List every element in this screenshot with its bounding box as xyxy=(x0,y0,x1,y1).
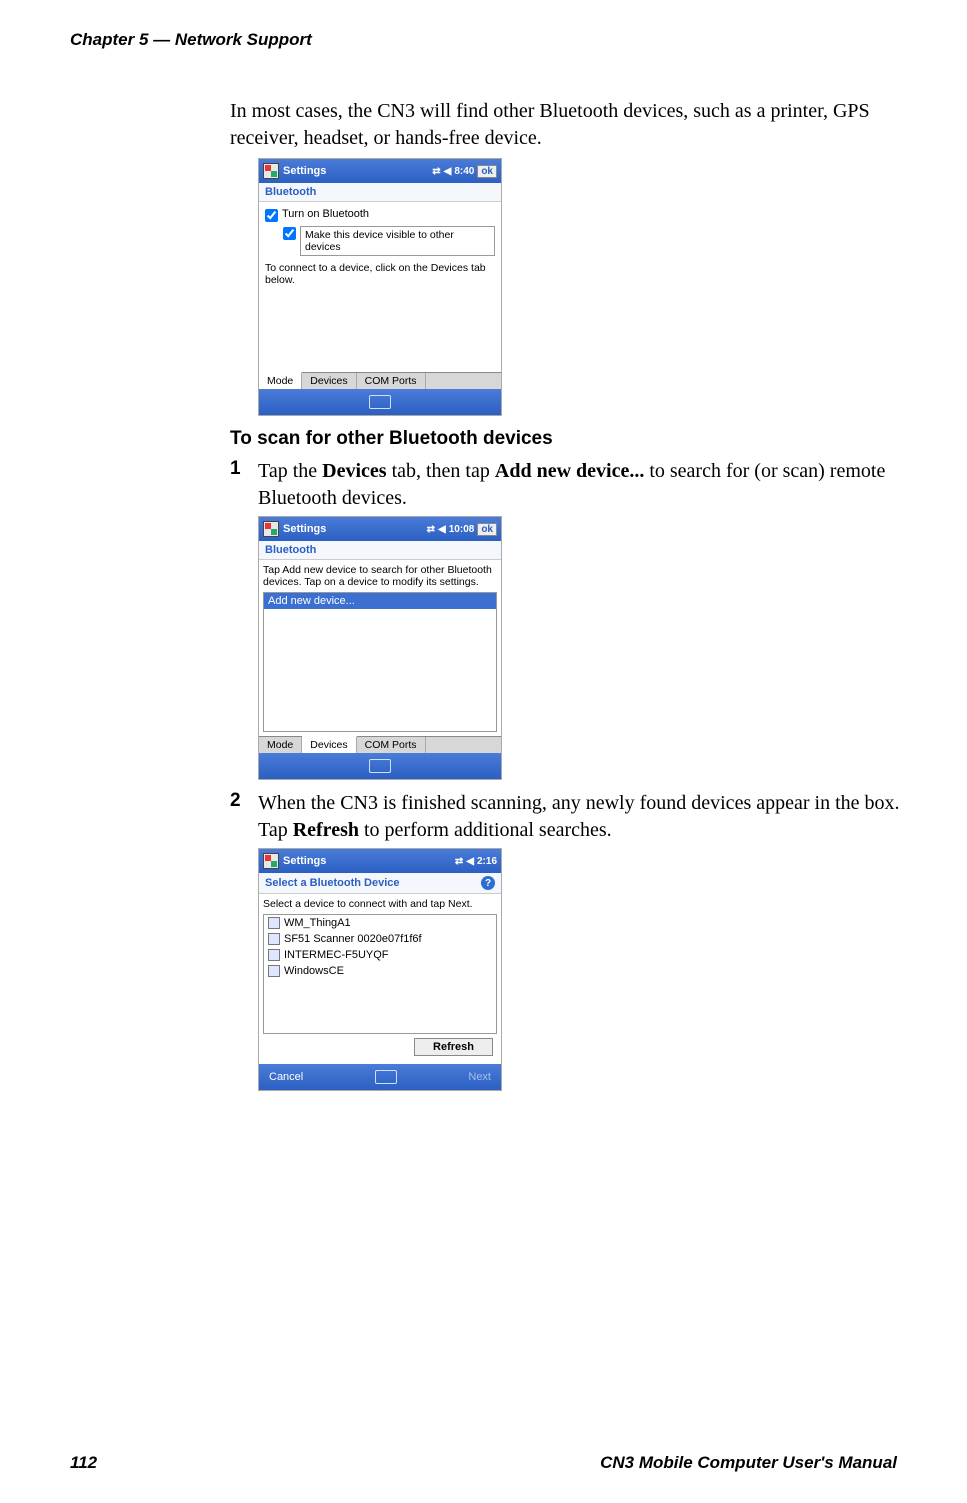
checkbox-label: Make this device visible to other device… xyxy=(300,226,495,256)
screenshot-mode: Settings ⇄ ◀ 8:40 ok Bluetooth Turn on B… xyxy=(258,158,920,416)
device-icon xyxy=(268,933,280,945)
tab-mode[interactable]: Mode xyxy=(259,372,302,389)
tab-com-ports[interactable]: COM Ports xyxy=(357,737,426,753)
found-device-list[interactable]: WM_ThingA1 SF51 Scanner 0020e07f1f6f INT… xyxy=(263,914,497,1034)
step-text: Tap the Devices tab, then tap Add new de… xyxy=(258,458,920,512)
list-item[interactable]: WindowsCE xyxy=(264,963,496,979)
tab-devices[interactable]: Devices xyxy=(302,736,356,753)
screenshot-devices: Settings ⇄ ◀ 10:08 ok Bluetooth Tap Add … xyxy=(258,516,920,780)
step-text: When the CN3 is finished scanning, any n… xyxy=(258,790,920,844)
refresh-button[interactable]: Refresh xyxy=(414,1038,493,1056)
page-footer: 112 CN3 Mobile Computer User's Manual xyxy=(70,1453,897,1473)
hint-text: Tap Add new device to search for other B… xyxy=(263,564,497,588)
tab-mode[interactable]: Mode xyxy=(259,737,302,753)
tab-devices[interactable]: Devices xyxy=(302,373,356,389)
subheading: To scan for other Bluetooth devices xyxy=(230,428,920,450)
page-content: In most cases, the CN3 will find other B… xyxy=(230,98,920,1091)
section-title: Select a Bluetooth Device ? xyxy=(259,873,501,894)
help-icon[interactable]: ? xyxy=(481,876,495,890)
hint-text: Select a device to connect with and tap … xyxy=(263,898,497,910)
volume-icon: ◀ xyxy=(438,524,446,535)
chapter-header: Chapter 5 — Network Support xyxy=(70,30,897,50)
checkbox-icon[interactable] xyxy=(265,209,278,222)
ok-button[interactable]: ok xyxy=(477,165,497,178)
titlebar: Settings ⇄ ◀ 8:40 ok xyxy=(259,159,501,183)
start-icon[interactable] xyxy=(263,853,279,869)
list-item[interactable]: SF51 Scanner 0020e07f1f6f xyxy=(264,931,496,947)
clock: 10:08 xyxy=(449,524,475,535)
signal-icon: ⇄ xyxy=(432,166,440,177)
titlebar-title: Settings xyxy=(283,855,455,867)
section-title: Bluetooth xyxy=(259,541,501,560)
tabs: Mode Devices COM Ports xyxy=(259,372,501,389)
step-number: 1 xyxy=(230,458,244,512)
titlebar-title: Settings xyxy=(283,523,427,535)
list-item[interactable]: WM_ThingA1 xyxy=(264,915,496,931)
device-icon xyxy=(268,965,280,977)
soft-bar xyxy=(259,389,501,415)
keyboard-icon[interactable] xyxy=(375,1070,397,1084)
page-number: 112 xyxy=(70,1453,97,1473)
volume-icon: ◀ xyxy=(444,166,452,177)
cancel-softkey[interactable]: Cancel xyxy=(269,1071,303,1083)
checkbox-label: Turn on Bluetooth xyxy=(282,208,369,220)
keyboard-icon[interactable] xyxy=(369,759,391,773)
start-icon[interactable] xyxy=(263,521,279,537)
device-list[interactable]: Add new device... xyxy=(263,592,497,732)
hint-text: To connect to a device, click on the Dev… xyxy=(265,262,495,286)
clock: 2:16 xyxy=(477,856,497,867)
turn-on-bluetooth-checkbox[interactable]: Turn on Bluetooth xyxy=(265,206,495,224)
list-item[interactable]: INTERMEC-F5UYQF xyxy=(264,947,496,963)
manual-title: CN3 Mobile Computer User's Manual xyxy=(600,1453,897,1473)
soft-bar: Cancel Next xyxy=(259,1064,501,1090)
intro-paragraph: In most cases, the CN3 will find other B… xyxy=(230,98,920,152)
keyboard-icon[interactable] xyxy=(369,395,391,409)
next-softkey[interactable]: Next xyxy=(468,1071,491,1083)
signal-icon: ⇄ xyxy=(455,856,463,867)
titlebar: Settings ⇄ ◀ 2:16 xyxy=(259,849,501,873)
tab-com-ports[interactable]: COM Ports xyxy=(357,373,426,389)
start-icon[interactable] xyxy=(263,163,279,179)
titlebar-title: Settings xyxy=(283,165,432,177)
soft-bar xyxy=(259,753,501,779)
section-title: Bluetooth xyxy=(259,183,501,202)
add-new-device-item[interactable]: Add new device... xyxy=(264,593,496,609)
screenshot-select-device: Settings ⇄ ◀ 2:16 Select a Bluetooth Dev… xyxy=(258,848,920,1091)
visible-checkbox[interactable]: Make this device visible to other device… xyxy=(283,224,495,258)
device-icon xyxy=(268,949,280,961)
checkbox-icon[interactable] xyxy=(283,227,296,240)
step-1: 1 Tap the Devices tab, then tap Add new … xyxy=(230,458,920,512)
device-icon xyxy=(268,917,280,929)
step-2: 2 When the CN3 is finished scanning, any… xyxy=(230,790,920,844)
titlebar: Settings ⇄ ◀ 10:08 ok xyxy=(259,517,501,541)
volume-icon: ◀ xyxy=(466,856,474,867)
signal-icon: ⇄ xyxy=(427,524,435,535)
step-number: 2 xyxy=(230,790,244,844)
clock: 8:40 xyxy=(454,166,474,177)
tabs: Mode Devices COM Ports xyxy=(259,736,501,753)
ok-button[interactable]: ok xyxy=(477,523,497,536)
